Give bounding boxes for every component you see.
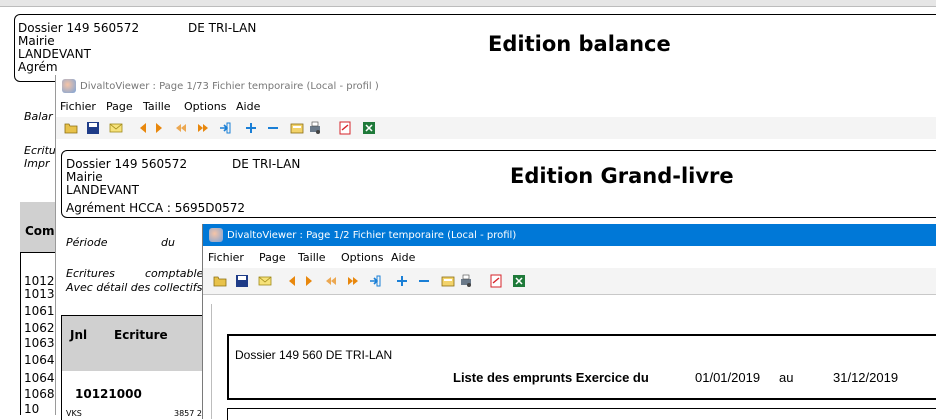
menu-options[interactable]: Options — [341, 251, 383, 264]
balance-agrement: Agrém — [18, 60, 58, 74]
balance-company: DE TRI-LAN — [188, 21, 257, 35]
previous-page-icon[interactable] — [285, 274, 299, 288]
save-icon[interactable] — [86, 121, 100, 135]
menu-options[interactable]: Options — [184, 100, 226, 113]
emprunts-header-box — [227, 334, 936, 400]
pdf-export-icon[interactable] — [338, 121, 352, 135]
balance-col-header: Com — [25, 224, 55, 238]
list-item: 1063 — [24, 336, 55, 350]
menu-page[interactable]: Page — [106, 100, 133, 113]
viewer1-title: DivaltoViewer : Page 1/73 Fichier tempor… — [80, 81, 379, 92]
menu-page[interactable]: Page — [259, 251, 286, 264]
menu-fichier[interactable]: Fichier — [208, 251, 244, 264]
zoom-in-icon[interactable] — [395, 274, 409, 288]
top-gray-strip — [0, 0, 936, 7]
print-icon[interactable] — [459, 274, 473, 288]
viewer-window-2[interactable]: DivaltoViewer : Page 1/2 Fichier tempora… — [202, 224, 936, 420]
grandlivre-col-ecriture: Ecriture — [114, 328, 168, 342]
grandlivre-city: LANDEVANT — [66, 183, 139, 197]
first-page-icon[interactable] — [324, 274, 338, 288]
grandlivre-detail: Avec détail des collectifs — [66, 281, 203, 294]
page-setup-icon[interactable] — [441, 274, 455, 288]
grandlivre-col-jnl: Jnl — [70, 328, 88, 342]
balance-title: Edition balance — [488, 32, 671, 56]
emprunts-date-from: 01/01/2019 — [695, 370, 761, 385]
grandlivre-title: Edition Grand-livre — [510, 164, 734, 188]
menu-taille[interactable]: Taille — [143, 100, 171, 113]
grandlivre-row-label: VKS — [66, 409, 82, 418]
emprunts-date-to: 31/12/2019 — [833, 370, 899, 385]
menu-taille[interactable]: Taille — [298, 251, 326, 264]
pdf-export-icon[interactable] — [489, 274, 503, 288]
grandlivre-periode: Période — [66, 236, 108, 249]
grandlivre-table-header — [61, 315, 212, 371]
balance-label-impr: Impr — [24, 157, 50, 170]
open-folder-icon[interactable] — [64, 121, 78, 135]
excel-export-icon[interactable] — [362, 121, 376, 135]
next-page-icon[interactable] — [152, 121, 166, 135]
first-page-icon[interactable] — [174, 121, 188, 135]
grandlivre-du: du — [161, 236, 175, 249]
list-item: 10 — [24, 402, 40, 416]
viewer1-menubar: Fichier Page Taille Options Aide — [56, 97, 936, 115]
list-item: 1013 — [24, 287, 55, 301]
balance-label-balance: Balar — [24, 110, 53, 123]
emprunts-title: Liste des emprunts Exercice du — [453, 370, 649, 385]
last-page-icon[interactable] — [346, 274, 360, 288]
zoom-out-icon[interactable] — [266, 121, 280, 135]
viewer1-titlebar[interactable]: DivaltoViewer : Page 1/73 Fichier tempor… — [56, 75, 936, 97]
zoom-in-icon[interactable] — [244, 121, 258, 135]
viewer2-titlebar[interactable]: DivaltoViewer : Page 1/2 Fichier tempora… — [203, 224, 936, 246]
save-icon[interactable] — [235, 274, 249, 288]
menu-aide[interactable]: Aide — [391, 251, 415, 264]
list-item: 1068 — [24, 387, 55, 401]
open-folder-icon[interactable] — [213, 274, 227, 288]
emprunts-au: au — [779, 370, 794, 385]
viewer2-title: DivaltoViewer : Page 1/2 Fichier tempora… — [227, 230, 517, 241]
previous-page-icon[interactable] — [136, 121, 150, 135]
grandlivre-account: 10121000 — [75, 387, 142, 401]
grandlivre-comptable: comptable — [145, 267, 204, 280]
list-item: 1064 — [24, 353, 55, 367]
next-page-icon[interactable] — [302, 274, 316, 288]
menu-aide[interactable]: Aide — [236, 100, 260, 113]
excel-export-icon[interactable] — [512, 274, 526, 288]
goto-page-icon[interactable] — [368, 274, 382, 288]
grandlivre-company: DE TRI-LAN — [232, 157, 301, 171]
divalto-app-icon — [209, 228, 223, 242]
list-item: 1064 — [24, 371, 55, 385]
emprunts-dossier: Dossier 149 560 DE TRI-LAN — [235, 348, 393, 362]
viewer2-toolbar — [203, 268, 936, 295]
page-setup-icon[interactable] — [290, 121, 304, 135]
menu-fichier[interactable]: Fichier — [60, 100, 96, 113]
goto-page-icon[interactable] — [218, 121, 232, 135]
zoom-out-icon[interactable] — [417, 274, 431, 288]
grandlivre-agrement: Agrément HCCA : 5695D0572 — [66, 201, 246, 215]
list-item: 1062 — [24, 321, 55, 335]
print-icon[interactable] — [308, 121, 322, 135]
balance-label-ecritures: Ecritu — [24, 144, 56, 157]
email-icon[interactable] — [109, 121, 123, 135]
emprunts-next-box-edge — [227, 408, 936, 420]
viewer1-toolbar — [56, 117, 936, 139]
grandlivre-ecritures: Ecritures — [66, 267, 115, 280]
divalto-app-icon — [62, 79, 76, 93]
email-icon[interactable] — [258, 274, 272, 288]
last-page-icon[interactable] — [196, 121, 210, 135]
viewer2-menubar: Fichier Page Taille Options Aide — [203, 248, 936, 266]
list-item: 1061 — [24, 304, 55, 318]
balance-header-box — [14, 14, 936, 82]
